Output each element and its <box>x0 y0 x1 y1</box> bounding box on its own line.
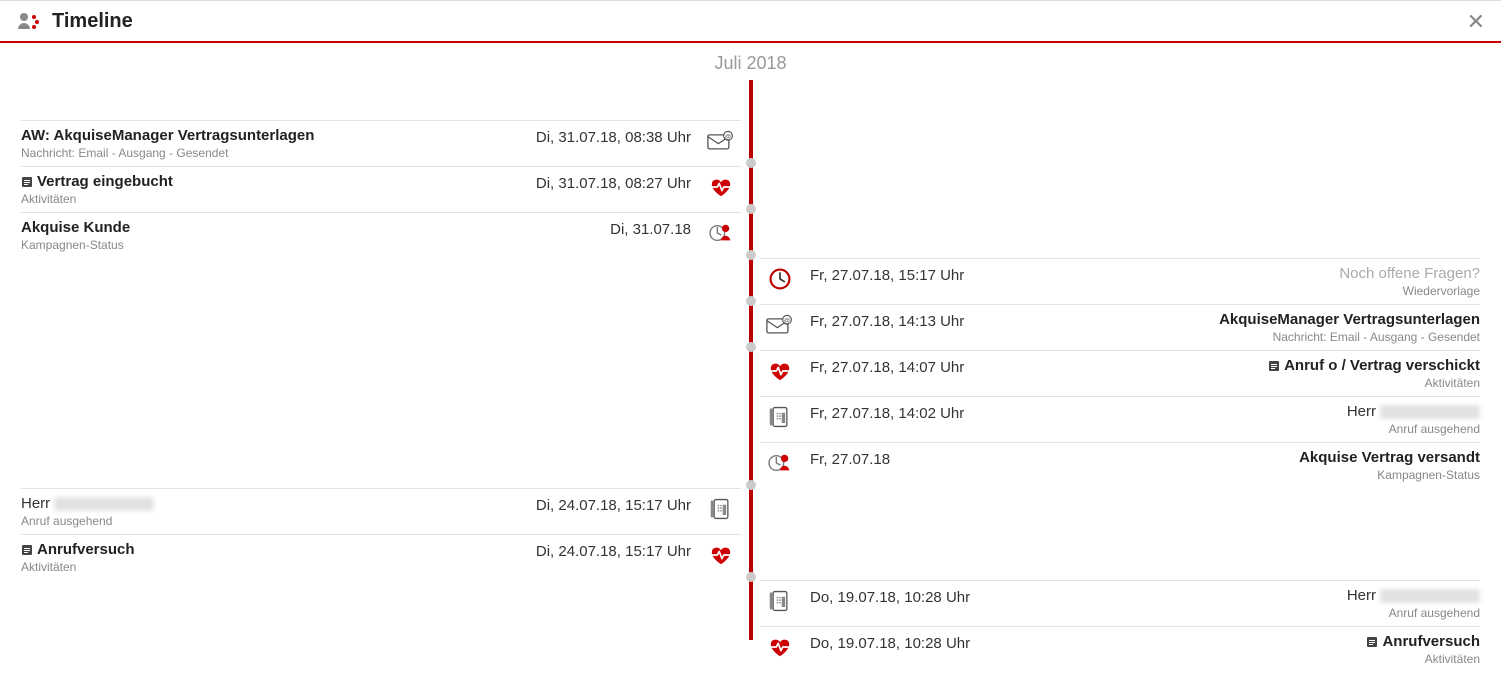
timeline-entry[interactable]: Di, 24.07.18, 15:17 UhrHerr Anruf ausgeh… <box>21 488 741 538</box>
entry-subtitle: Aktivitäten <box>974 376 1480 390</box>
entry-title: Herr <box>980 587 1480 604</box>
entry-date: Di, 24.07.18, 15:17 Uhr <box>526 495 701 514</box>
entry-title: Anrufversuch <box>980 633 1480 650</box>
phone-icon <box>766 403 794 431</box>
entry-subtitle: Aktivitäten <box>980 652 1480 666</box>
timeline-entry[interactable]: Fr, 27.07.18, 14:02 UhrHerr Anruf ausgeh… <box>760 396 1480 446</box>
header: Timeline ✕ <box>0 0 1501 41</box>
close-icon[interactable]: ✕ <box>1467 9 1485 35</box>
entry-subtitle: Nachricht: Email - Ausgang - Gesendet <box>974 330 1480 344</box>
entry-title: Noch offene Fragen? <box>974 265 1480 282</box>
entry-text: Herr Anruf ausgehend <box>21 495 526 528</box>
phone-icon <box>766 587 794 615</box>
email-icon: @ <box>766 311 794 339</box>
entry-subtitle: Aktivitäten <box>21 560 526 574</box>
entry-title: AW: AkquiseManager Vertragsunterlagen <box>21 127 526 144</box>
entry-title: Anrufversuch <box>21 541 526 558</box>
entry-date: Di, 31.07.18, 08:27 Uhr <box>526 173 701 192</box>
timeline-dot <box>746 296 756 306</box>
entry-text: Anrufversuch Aktivitäten <box>980 633 1480 666</box>
entry-subtitle: Anruf ausgehend <box>980 606 1480 620</box>
entry-date: Fr, 27.07.18, 14:13 Uhr <box>800 311 974 330</box>
email-icon: @ <box>707 127 735 155</box>
campaign-icon <box>707 219 735 247</box>
entry-text: Akquise Vertrag versandt Kampagnen-Status <box>900 449 1480 482</box>
entry-date: Di, 31.07.18 <box>600 219 701 238</box>
entry-subtitle: Wiedervorlage <box>974 284 1480 298</box>
entry-subtitle: Kampagnen-Status <box>900 468 1480 482</box>
timeline-entry[interactable]: Di, 31.07.18, 08:27 Uhr Vertrag eingebuc… <box>21 166 741 216</box>
timeline-entry[interactable]: Fr, 27.07.18, 14:07 Uhr Anruf o / Vertra… <box>760 350 1480 400</box>
entry-subtitle: Aktivitäten <box>21 192 526 206</box>
entry-date: Di, 24.07.18, 15:17 Uhr <box>526 541 701 560</box>
timeline-entry[interactable]: Fr, 27.07.18, 15:17 UhrNoch offene Frage… <box>760 258 1480 308</box>
entry-text: Anruf o / Vertrag verschickt Aktivitäten <box>974 357 1480 390</box>
entry-title: Herr <box>21 495 526 512</box>
redacted-name <box>54 497 154 511</box>
timeline-entry[interactable]: Di, 31.07.18Akquise Kunde Kampagnen-Statu… <box>21 212 741 262</box>
entry-date: Fr, 27.07.18, 15:17 Uhr <box>800 265 974 284</box>
clock-icon <box>766 265 794 293</box>
phone-icon <box>707 495 735 523</box>
entry-title: AkquiseManager Vertragsunterlagen <box>974 311 1480 328</box>
entry-title: Anruf o / Vertrag verschickt <box>974 357 1480 374</box>
timeline-dot <box>746 204 756 214</box>
timeline-dot <box>746 158 756 168</box>
entry-date: Di, 31.07.18, 08:38 Uhr <box>526 127 701 146</box>
month-label: Juli 2018 <box>0 43 1501 80</box>
timeline-dot <box>746 250 756 260</box>
svg-text:@: @ <box>725 133 731 140</box>
page-title: Timeline <box>52 10 133 33</box>
svg-text:@: @ <box>784 317 790 324</box>
timeline-entry[interactable]: Fr, 27.07.18Akquise Vertrag versandt Kamp… <box>760 442 1480 492</box>
entry-title: Vertrag eingebucht <box>21 173 526 190</box>
entry-date: Fr, 27.07.18 <box>800 449 900 468</box>
entry-text: Anrufversuch Aktivitäten <box>21 541 526 574</box>
timeline-entry[interactable]: Do, 19.07.18, 10:28 UhrHerr Anruf ausgeh… <box>760 580 1480 630</box>
timeline-entry[interactable]: @ Fr, 27.07.18, 14:13 UhrAkquiseManager V… <box>760 304 1480 354</box>
timeline: @ Di, 31.07.18, 08:38 UhrAW: AkquiseManag… <box>0 80 1501 640</box>
entry-date: Do, 19.07.18, 10:28 Uhr <box>800 587 980 606</box>
timeline-dot <box>746 480 756 490</box>
redacted-name <box>1380 589 1480 603</box>
entry-subtitle: Nachricht: Email - Ausgang - Gesendet <box>21 146 526 160</box>
timeline-entry[interactable]: Di, 24.07.18, 15:17 Uhr Anrufversuch Akti… <box>21 534 741 584</box>
entry-date: Fr, 27.07.18, 14:07 Uhr <box>800 357 974 376</box>
redacted-name <box>1380 405 1480 419</box>
entry-text: Noch offene Fragen? Wiedervorlage <box>974 265 1480 298</box>
entry-text: AW: AkquiseManager Vertragsunterlagen Nac… <box>21 127 526 160</box>
entry-date: Do, 19.07.18, 10:28 Uhr <box>800 633 980 652</box>
entry-title: Akquise Kunde <box>21 219 600 236</box>
entry-text: Herr Anruf ausgehend <box>980 587 1480 620</box>
entry-text: Akquise Kunde Kampagnen-Status <box>21 219 600 252</box>
entry-text: Herr Anruf ausgehend <box>974 403 1480 436</box>
heart-icon <box>707 173 735 201</box>
heart-icon <box>766 633 794 661</box>
timeline-entry[interactable]: @ Di, 31.07.18, 08:38 UhrAW: AkquiseManag… <box>21 120 741 170</box>
entry-date: Fr, 27.07.18, 14:02 Uhr <box>800 403 974 422</box>
entry-title: Herr <box>974 403 1480 420</box>
entry-title: Akquise Vertrag versandt <box>900 449 1480 466</box>
heart-icon <box>766 357 794 385</box>
timeline-entry[interactable]: Do, 19.07.18, 10:28 Uhr Anrufversuch Akti… <box>760 626 1480 676</box>
entry-text: Vertrag eingebucht Aktivitäten <box>21 173 526 206</box>
entry-subtitle: Anruf ausgehend <box>974 422 1480 436</box>
heart-icon <box>707 541 735 569</box>
entry-subtitle: Kampagnen-Status <box>21 238 600 252</box>
entry-text: AkquiseManager Vertragsunterlagen Nachric… <box>974 311 1480 344</box>
timeline-dot <box>746 342 756 352</box>
app-logo-icon <box>16 9 40 33</box>
timeline-dot <box>746 572 756 582</box>
entry-subtitle: Anruf ausgehend <box>21 514 526 528</box>
campaign-icon <box>766 449 794 477</box>
